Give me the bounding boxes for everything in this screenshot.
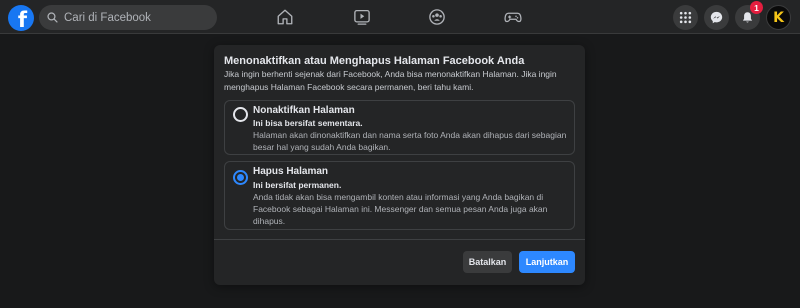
groups-icon xyxy=(429,9,445,25)
nav-groups[interactable] xyxy=(426,6,448,28)
search-box[interactable] xyxy=(39,5,217,30)
option-title: Hapus Halaman xyxy=(253,166,329,177)
option-body: Anda tidak akan bisa mengambil konten at… xyxy=(253,192,548,226)
dialog-description: Jika ingin berhenti sejenak dari Faceboo… xyxy=(224,69,557,92)
dialog-divider xyxy=(214,239,585,240)
gaming-icon xyxy=(504,12,522,23)
dialog-title: Menonaktifkan atau Menghapus Halaman Fac… xyxy=(224,55,525,67)
messenger-icon xyxy=(710,11,723,24)
continue-button[interactable]: Lanjutkan xyxy=(519,251,575,273)
messenger-button[interactable] xyxy=(704,5,729,30)
home-icon xyxy=(277,9,293,25)
nav-gaming[interactable] xyxy=(502,6,524,28)
cancel-button[interactable]: Batalkan xyxy=(463,251,512,273)
deactivate-delete-page-dialog: Menonaktifkan atau Menghapus Halaman Fac… xyxy=(214,45,585,285)
grid-menu-icon xyxy=(679,11,692,24)
top-nav-bar: f Cari di Facebook 1 K xyxy=(0,0,800,34)
option-deactivate-page[interactable]: Nonaktifkan Halaman Ini bisa bersifat se… xyxy=(224,100,575,155)
deactivate-radio[interactable] xyxy=(233,107,248,122)
option-body: Halaman akan dinonaktifkan dan nama sert… xyxy=(253,130,567,152)
nav-home[interactable] xyxy=(274,6,296,28)
avatar[interactable]: K xyxy=(766,5,791,30)
search-icon xyxy=(47,12,58,23)
facebook-logo-letter: f xyxy=(17,8,28,32)
option-subtitle: Ini bisa bersifat sementara. xyxy=(253,118,363,128)
option-title: Nonaktifkan Halaman xyxy=(253,105,355,116)
option-subtitle: Ini bersifat permanen. xyxy=(253,180,342,190)
search-input[interactable] xyxy=(64,11,214,24)
delete-radio[interactable] xyxy=(233,170,248,185)
facebook-logo[interactable]: f xyxy=(8,5,34,32)
option-delete-page[interactable]: Hapus Halaman Ini bersifat permanen. And… xyxy=(224,161,575,230)
avatar-letter: K xyxy=(773,9,784,26)
watch-icon xyxy=(354,9,370,25)
nav-watch[interactable] xyxy=(351,6,373,28)
notification-badge: 1 xyxy=(750,1,763,14)
menu-button[interactable] xyxy=(673,5,698,30)
